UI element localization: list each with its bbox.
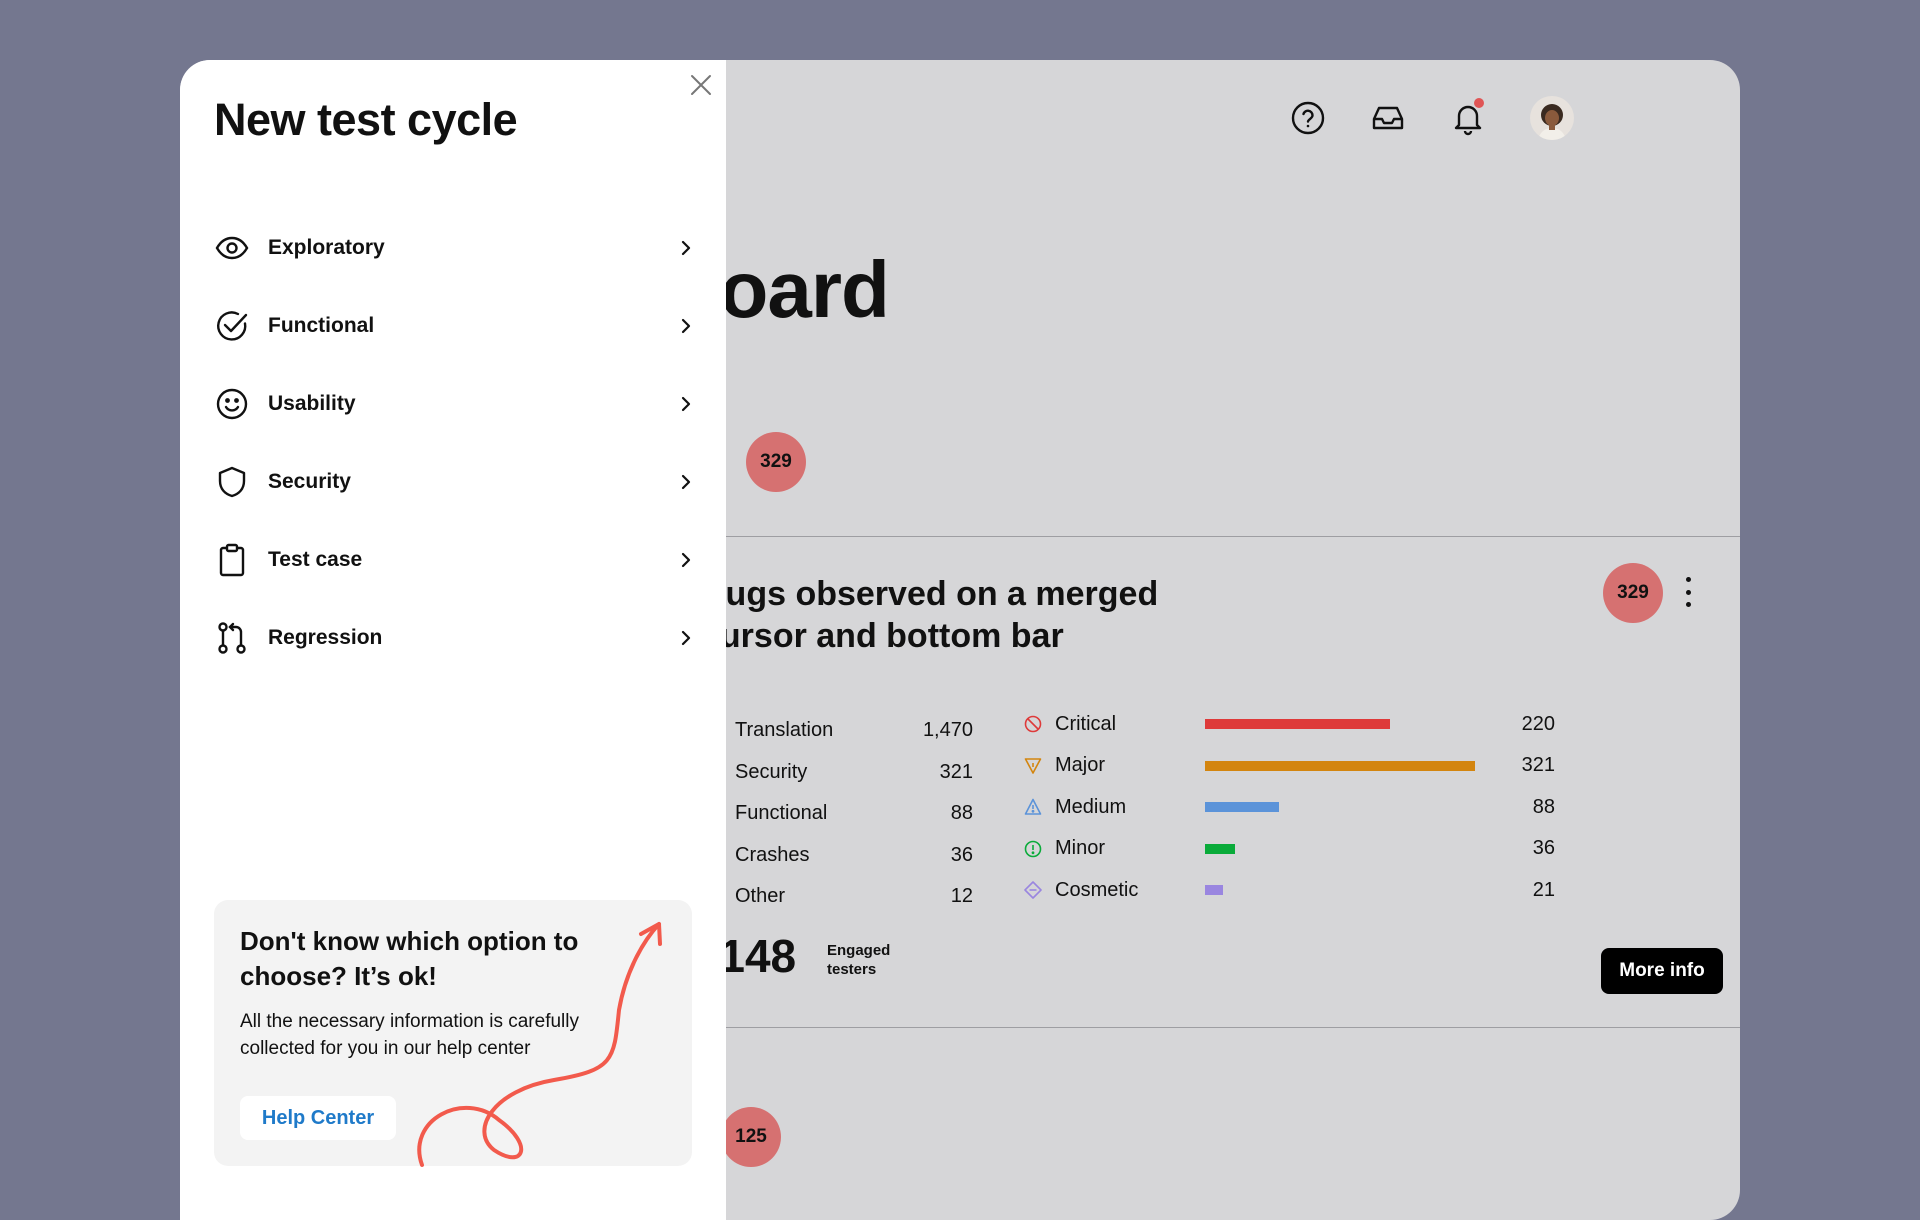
- menu-item-label: Regression: [268, 626, 383, 649]
- eye-icon: [214, 230, 250, 266]
- chevron-right-icon: [676, 628, 696, 648]
- category-label: Translation: [735, 719, 834, 741]
- chevron-right-icon: [676, 472, 696, 492]
- menu-item-usability[interactable]: Usability: [214, 376, 696, 432]
- severity-value: 220: [1521, 712, 1555, 735]
- more-info-button[interactable]: More info: [1601, 948, 1723, 994]
- clipboard-icon: [214, 542, 250, 578]
- category-label: Other: [735, 885, 786, 907]
- minor-icon: [1023, 839, 1043, 859]
- bell-icon[interactable]: [1450, 98, 1486, 136]
- severity-bar-track: [1205, 802, 1475, 812]
- menu-item-label: Exploratory: [268, 236, 385, 259]
- severity-label: Cosmetic: [1055, 878, 1139, 901]
- category-label: Crashes: [735, 843, 810, 866]
- git-pull-request-icon: [214, 620, 250, 656]
- count-badge-bottom: 125: [721, 1107, 781, 1167]
- severity-bar: [1205, 843, 1236, 854]
- severity-bar-track: [1205, 760, 1475, 771]
- new-test-cycle-panel: New test cycle Exploratory Functional Usab…: [180, 60, 726, 1220]
- help-title: Don't know which option to choose? It’s …: [240, 926, 579, 991]
- menu-item-regression[interactable]: Regression: [214, 610, 696, 666]
- severity-value: 36: [1532, 837, 1555, 859]
- severity-value: 21: [1532, 878, 1555, 901]
- severity-row: Critical 220: [1023, 709, 1555, 739]
- severity-label: Minor: [1055, 837, 1106, 859]
- category-row: Other 12: [735, 885, 973, 908]
- top-icons: [1290, 96, 1574, 140]
- severity-bar: [1205, 802, 1279, 812]
- inbox-icon[interactable]: [1370, 100, 1406, 136]
- category-row: Functional 88: [735, 802, 973, 825]
- category-value: 1,470: [922, 719, 973, 741]
- severity-row: Medium 88: [1023, 792, 1555, 822]
- card-count-badge: 329: [1603, 563, 1663, 623]
- severity-row: Minor 36: [1023, 834, 1555, 864]
- chevron-right-icon: [676, 316, 696, 336]
- close-icon[interactable]: [688, 72, 714, 98]
- chevron-right-icon: [676, 550, 696, 570]
- check-circle-icon: [214, 308, 250, 344]
- severity-bar: [1205, 885, 1223, 895]
- shield-icon: [214, 464, 250, 500]
- help-center-button[interactable]: Help Center: [240, 1096, 396, 1140]
- severity-bar-track: [1205, 719, 1475, 729]
- severity-label: Critical: [1055, 712, 1117, 735]
- critical-icon: [1023, 714, 1043, 734]
- engaged-label: Engaged testers: [827, 942, 891, 978]
- severity-bar: [1205, 760, 1475, 771]
- help-icon[interactable]: [1290, 100, 1326, 136]
- major-icon: [1023, 756, 1043, 776]
- menu-item-exploratory[interactable]: Exploratory: [214, 220, 696, 276]
- card-title: Bugs observed on a merged cursor and bot…: [701, 575, 1159, 655]
- menu-item-label: Test case: [268, 548, 363, 571]
- menu-item-test-case[interactable]: Test case: [214, 532, 696, 588]
- chevron-right-icon: [676, 238, 696, 258]
- category-value: 88: [950, 802, 973, 824]
- menu-item-label: Functional: [268, 314, 375, 337]
- menu-item-security[interactable]: Security: [214, 454, 696, 510]
- category-row: Translation 1,470: [735, 719, 973, 742]
- severity-bar: [1205, 719, 1390, 729]
- severity-label: Major: [1055, 754, 1106, 776]
- smile-icon: [214, 386, 250, 422]
- medium-icon: [1023, 797, 1043, 817]
- chevron-right-icon: [676, 394, 696, 414]
- severity-value: 88: [1532, 795, 1555, 818]
- cosmetic-icon: [1023, 880, 1043, 900]
- category-value: 36: [950, 843, 973, 866]
- help-box: Don't know which option to choose? It’s …: [214, 900, 692, 1167]
- help-text: All the necessary information is careful…: [240, 1011, 579, 1059]
- menu-item-label: Usability: [268, 392, 356, 415]
- category-label: Security: [735, 760, 808, 783]
- category-value: 12: [950, 885, 973, 907]
- severity-row: Cosmetic 21: [1023, 875, 1555, 905]
- panel-title: New test cycle: [214, 94, 518, 145]
- severity-bar-track: [1205, 885, 1475, 895]
- more-options-icon[interactable]: [1676, 575, 1700, 609]
- category-row: Crashes 36: [735, 844, 973, 867]
- severity-row: Major 321: [1023, 751, 1555, 781]
- menu-item-label: Security: [268, 470, 351, 493]
- category-row: Security 321: [735, 761, 973, 784]
- category-label: Functional: [735, 802, 828, 824]
- count-badge-top: 329: [746, 432, 806, 492]
- menu-item-functional[interactable]: Functional: [214, 298, 696, 354]
- severity-label: Medium: [1055, 795, 1127, 818]
- avatar[interactable]: [1530, 96, 1574, 140]
- severity-bar-track: [1205, 843, 1475, 854]
- severity-value: 321: [1521, 754, 1555, 776]
- notification-dot: [1474, 98, 1484, 108]
- category-value: 321: [939, 760, 973, 783]
